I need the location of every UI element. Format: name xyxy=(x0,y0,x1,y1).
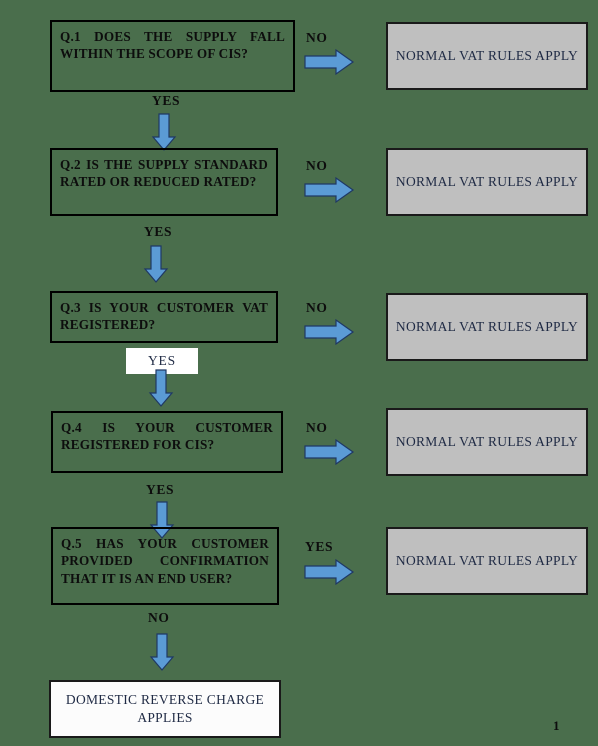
outcome-box-o4[interactable]: NORMAL VAT RULES APPLY xyxy=(386,408,588,476)
branch-label-q3-yes: YES xyxy=(126,348,198,374)
outcome-text-o5: NORMAL VAT RULES APPLY xyxy=(395,552,579,568)
arrow-right-icon-q1-no xyxy=(303,48,355,76)
question-box-q5[interactable]: Q.5 HAS YOUR CUSTOMER PROVIDED CONFIRMAT… xyxy=(51,527,279,605)
arrow-right-icon-q3-no xyxy=(303,318,355,346)
question-text-q3: Q.3 IS YOUR CUSTOMER VAT REGISTERED? xyxy=(60,300,268,333)
question-box-q2[interactable]: Q.2 IS THE SUPPLY STANDARD RATED OR REDU… xyxy=(50,148,278,216)
arrow-right-icon-q4-no xyxy=(303,438,355,466)
arrow-down-icon-q3-yes xyxy=(147,368,175,408)
outcome-text-o1: NORMAL VAT RULES APPLY xyxy=(395,47,579,63)
branch-label-q2-yes: YES xyxy=(144,224,173,239)
branch-label-q1-no: NO xyxy=(306,30,328,45)
final-outcome-box[interactable]: DOMESTIC REVERSE CHARGE APPLIES xyxy=(49,680,281,738)
question-text-q5: Q.5 HAS YOUR CUSTOMER PROVIDED CONFIRMAT… xyxy=(61,536,269,586)
outcome-box-o2[interactable]: NORMAL VAT RULES APPLY xyxy=(386,148,588,216)
arrow-right-icon-q5-yes xyxy=(303,558,355,586)
arrow-down-icon-q2-yes xyxy=(142,244,170,284)
branch-label-q5-no: NO xyxy=(148,610,170,625)
question-box-q3[interactable]: Q.3 IS YOUR CUSTOMER VAT REGISTERED? xyxy=(50,291,278,343)
outcome-box-o5[interactable]: NORMAL VAT RULES APPLY xyxy=(386,527,588,595)
flowchart-canvas: Q.1 DOES THE SUPPLY FALL WITHIN THE SCOP… xyxy=(0,0,598,746)
branch-label-q4-yes: YES xyxy=(146,482,175,497)
question-box-q4[interactable]: Q.4 IS YOUR CUSTOMER REGISTERED FOR CIS? xyxy=(51,411,283,473)
arrow-down-icon-q5-no xyxy=(148,632,176,672)
outcome-box-o3[interactable]: NORMAL VAT RULES APPLY xyxy=(386,293,588,361)
question-text-q1: Q.1 DOES THE SUPPLY FALL WITHIN THE SCOP… xyxy=(60,29,285,62)
outcome-text-o2: NORMAL VAT RULES APPLY xyxy=(395,173,579,189)
branch-label-q1-yes: YES xyxy=(152,93,181,108)
arrow-down-icon-q1-yes xyxy=(150,112,178,152)
arrow-right-icon-q2-no xyxy=(303,176,355,204)
final-outcome-text: DOMESTIC REVERSE CHARGE APPLIES xyxy=(65,691,265,725)
branch-label-q5-yes: YES xyxy=(305,539,334,554)
branch-label-q2-no: NO xyxy=(306,158,328,173)
question-box-q1[interactable]: Q.1 DOES THE SUPPLY FALL WITHIN THE SCOP… xyxy=(50,20,295,92)
outcome-text-o3: NORMAL VAT RULES APPLY xyxy=(395,318,579,334)
page-number: 1 xyxy=(553,718,560,733)
outcome-text-o4: NORMAL VAT RULES APPLY xyxy=(395,433,579,449)
branch-label-q4-no: NO xyxy=(306,420,328,435)
question-text-q2: Q.2 IS THE SUPPLY STANDARD RATED OR REDU… xyxy=(60,157,268,190)
outcome-box-o1[interactable]: NORMAL VAT RULES APPLY xyxy=(386,22,588,90)
question-text-q4: Q.4 IS YOUR CUSTOMER REGISTERED FOR CIS? xyxy=(61,420,273,453)
branch-label-q3-no: NO xyxy=(306,300,328,315)
